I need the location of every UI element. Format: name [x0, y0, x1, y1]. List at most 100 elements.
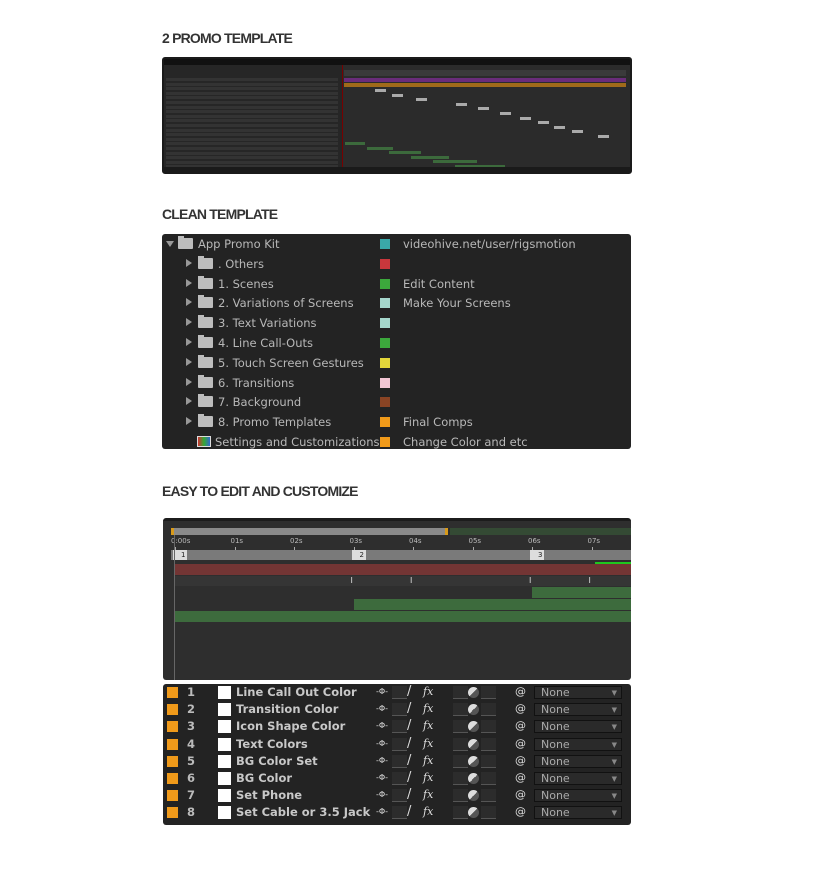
quality-slash-icon[interactable]: /	[407, 787, 411, 802]
label-color-swatch[interactable]	[167, 704, 178, 716]
layer-row[interactable]: 5 BG Color Set -Φ- / fx @ None	[163, 753, 631, 770]
layer-name[interactable]: Transition Color	[236, 702, 338, 716]
switch-box[interactable]	[453, 686, 468, 699]
green-layer-bar[interactable]	[175, 611, 631, 622]
comp-marker[interactable]: 3	[530, 550, 545, 560]
quality-slash-icon[interactable]: /	[407, 684, 411, 699]
quality-slash-icon[interactable]: /	[407, 753, 411, 768]
project-item[interactable]: 5. Touch Screen Gestures	[162, 353, 631, 373]
parent-pickwhip-icon[interactable]: @	[515, 788, 526, 801]
parent-pickwhip-icon[interactable]: @	[515, 805, 526, 818]
switch-box[interactable]	[392, 703, 407, 717]
project-item[interactable]: 7. Background	[162, 392, 631, 412]
switch-box[interactable]	[453, 737, 468, 751]
layer-row[interactable]: 8 Set Cable or 3.5 Jack -Φ- / fx @ None	[163, 804, 631, 821]
shy-switch-icon[interactable]: -Φ-	[376, 739, 388, 748]
switch-box[interactable]	[392, 686, 407, 699]
layer-row[interactable]: 2 Transition Color -Φ- / fx @ None	[163, 701, 631, 718]
expand-arrow-open-icon[interactable]	[166, 241, 174, 247]
expand-arrow-icon[interactable]	[186, 278, 192, 287]
fx-icon[interactable]: fx	[423, 788, 433, 801]
label-color-swatch[interactable]	[167, 687, 178, 698]
layer-name[interactable]: Line Call Out Color	[236, 685, 357, 699]
layer-name[interactable]: Icon Shape Color	[236, 719, 345, 733]
motion-blur-icon[interactable]	[468, 687, 479, 698]
switch-box[interactable]	[453, 720, 468, 734]
shy-switch-icon[interactable]: -Φ-	[376, 721, 388, 730]
switch-box[interactable]	[453, 754, 468, 768]
expand-arrow-icon[interactable]	[186, 298, 192, 307]
switch-box[interactable]	[481, 703, 496, 717]
motion-blur-icon[interactable]	[468, 790, 479, 802]
keyframe-hold-icon[interactable]: I	[410, 577, 412, 585]
quality-slash-icon[interactable]: /	[407, 701, 411, 716]
switch-box[interactable]	[481, 806, 496, 820]
comp-marker[interactable]: 1	[173, 550, 188, 560]
label-color-swatch[interactable]	[167, 738, 178, 750]
label-color-swatch[interactable]	[167, 807, 178, 819]
project-item[interactable]: 1. Scenes Edit Content	[162, 274, 631, 294]
quality-slash-icon[interactable]: /	[407, 736, 411, 751]
comp-marker[interactable]: 2	[351, 550, 366, 560]
expand-arrow-icon[interactable]	[186, 357, 192, 366]
layer-name[interactable]: BG Color Set	[236, 754, 318, 768]
project-item[interactable]: 3. Text Variations	[162, 313, 631, 333]
project-item[interactable]: 6. Transitions	[162, 373, 631, 393]
quality-slash-icon[interactable]: /	[407, 718, 411, 733]
switch-box[interactable]	[392, 772, 407, 785]
project-item[interactable]: . Others	[162, 254, 631, 274]
parent-pickwhip-icon[interactable]: @	[515, 685, 526, 698]
motion-blur-icon[interactable]	[468, 721, 479, 733]
parent-pickwhip-icon[interactable]: @	[515, 754, 526, 767]
switch-box[interactable]	[481, 737, 496, 751]
parent-pickwhip-icon[interactable]: @	[515, 702, 526, 715]
label-color-swatch[interactable]	[167, 773, 178, 784]
shy-switch-icon[interactable]: -Φ-	[376, 807, 388, 816]
shy-switch-icon[interactable]: -Φ-	[376, 687, 388, 696]
fx-icon[interactable]: fx	[423, 702, 433, 715]
label-color-swatch[interactable]	[167, 721, 178, 733]
keyframe-hold-icon[interactable]: I	[589, 577, 591, 585]
layer-row[interactable]: 7 Set Phone -Φ- / fx @ None	[163, 787, 631, 804]
parent-pickwhip-icon[interactable]: @	[515, 719, 526, 732]
parent-dropdown[interactable]: None	[534, 686, 622, 699]
shy-switch-icon[interactable]: -Φ-	[376, 773, 388, 782]
layer-name[interactable]: Set Phone	[236, 788, 302, 802]
project-item[interactable]: 2. Variations of Screens Make Your Screen…	[162, 293, 631, 313]
fx-icon[interactable]: fx	[423, 754, 433, 767]
parent-dropdown[interactable]: None	[534, 703, 622, 717]
layer-row[interactable]: 4 Text Colors -Φ- / fx @ None	[163, 736, 631, 753]
parent-pickwhip-icon[interactable]: @	[515, 737, 526, 750]
keyframe-hold-icon[interactable]: I	[351, 577, 353, 585]
layer-name[interactable]: BG Color	[236, 771, 292, 785]
layer-row[interactable]: 6 BG Color -Φ- / fx @ None	[163, 770, 631, 787]
switch-box[interactable]	[481, 789, 496, 803]
switch-box[interactable]	[481, 754, 496, 768]
parent-dropdown[interactable]: None	[534, 754, 622, 768]
shy-switch-icon[interactable]: -Φ-	[376, 756, 388, 765]
switch-box[interactable]	[392, 754, 407, 768]
expand-arrow-icon[interactable]	[186, 397, 192, 406]
quality-slash-icon[interactable]: /	[407, 804, 411, 819]
work-area-bar[interactable]	[171, 528, 448, 535]
expand-arrow-icon[interactable]	[186, 318, 192, 327]
current-time-indicator[interactable]	[174, 535, 175, 680]
shy-switch-icon[interactable]: -Φ-	[376, 790, 388, 799]
switch-box[interactable]	[392, 789, 407, 803]
switch-box[interactable]	[481, 772, 496, 785]
parent-dropdown[interactable]: None	[534, 806, 622, 820]
green-layer-bar[interactable]	[353, 599, 631, 610]
layer-row[interactable]: 3 Icon Shape Color -Φ- / fx @ None	[163, 718, 631, 735]
layer-row[interactable]: 1 Line Call Out Color -Φ- / fx @ None	[163, 684, 631, 701]
motion-blur-icon[interactable]	[468, 807, 479, 819]
expand-arrow-icon[interactable]	[186, 258, 192, 267]
green-layer-bar[interactable]	[532, 587, 631, 598]
fx-icon[interactable]: fx	[423, 771, 433, 784]
shy-switch-icon[interactable]: -Φ-	[376, 704, 388, 713]
expand-arrow-icon[interactable]	[186, 338, 192, 346]
project-item[interactable]: App Promo Kit videohive.net/user/rigsmoti…	[162, 234, 631, 254]
switch-box[interactable]	[453, 789, 468, 803]
fx-icon[interactable]: fx	[423, 719, 433, 732]
parent-dropdown[interactable]: None	[534, 772, 622, 785]
layer-name[interactable]: Text Colors	[236, 737, 308, 751]
